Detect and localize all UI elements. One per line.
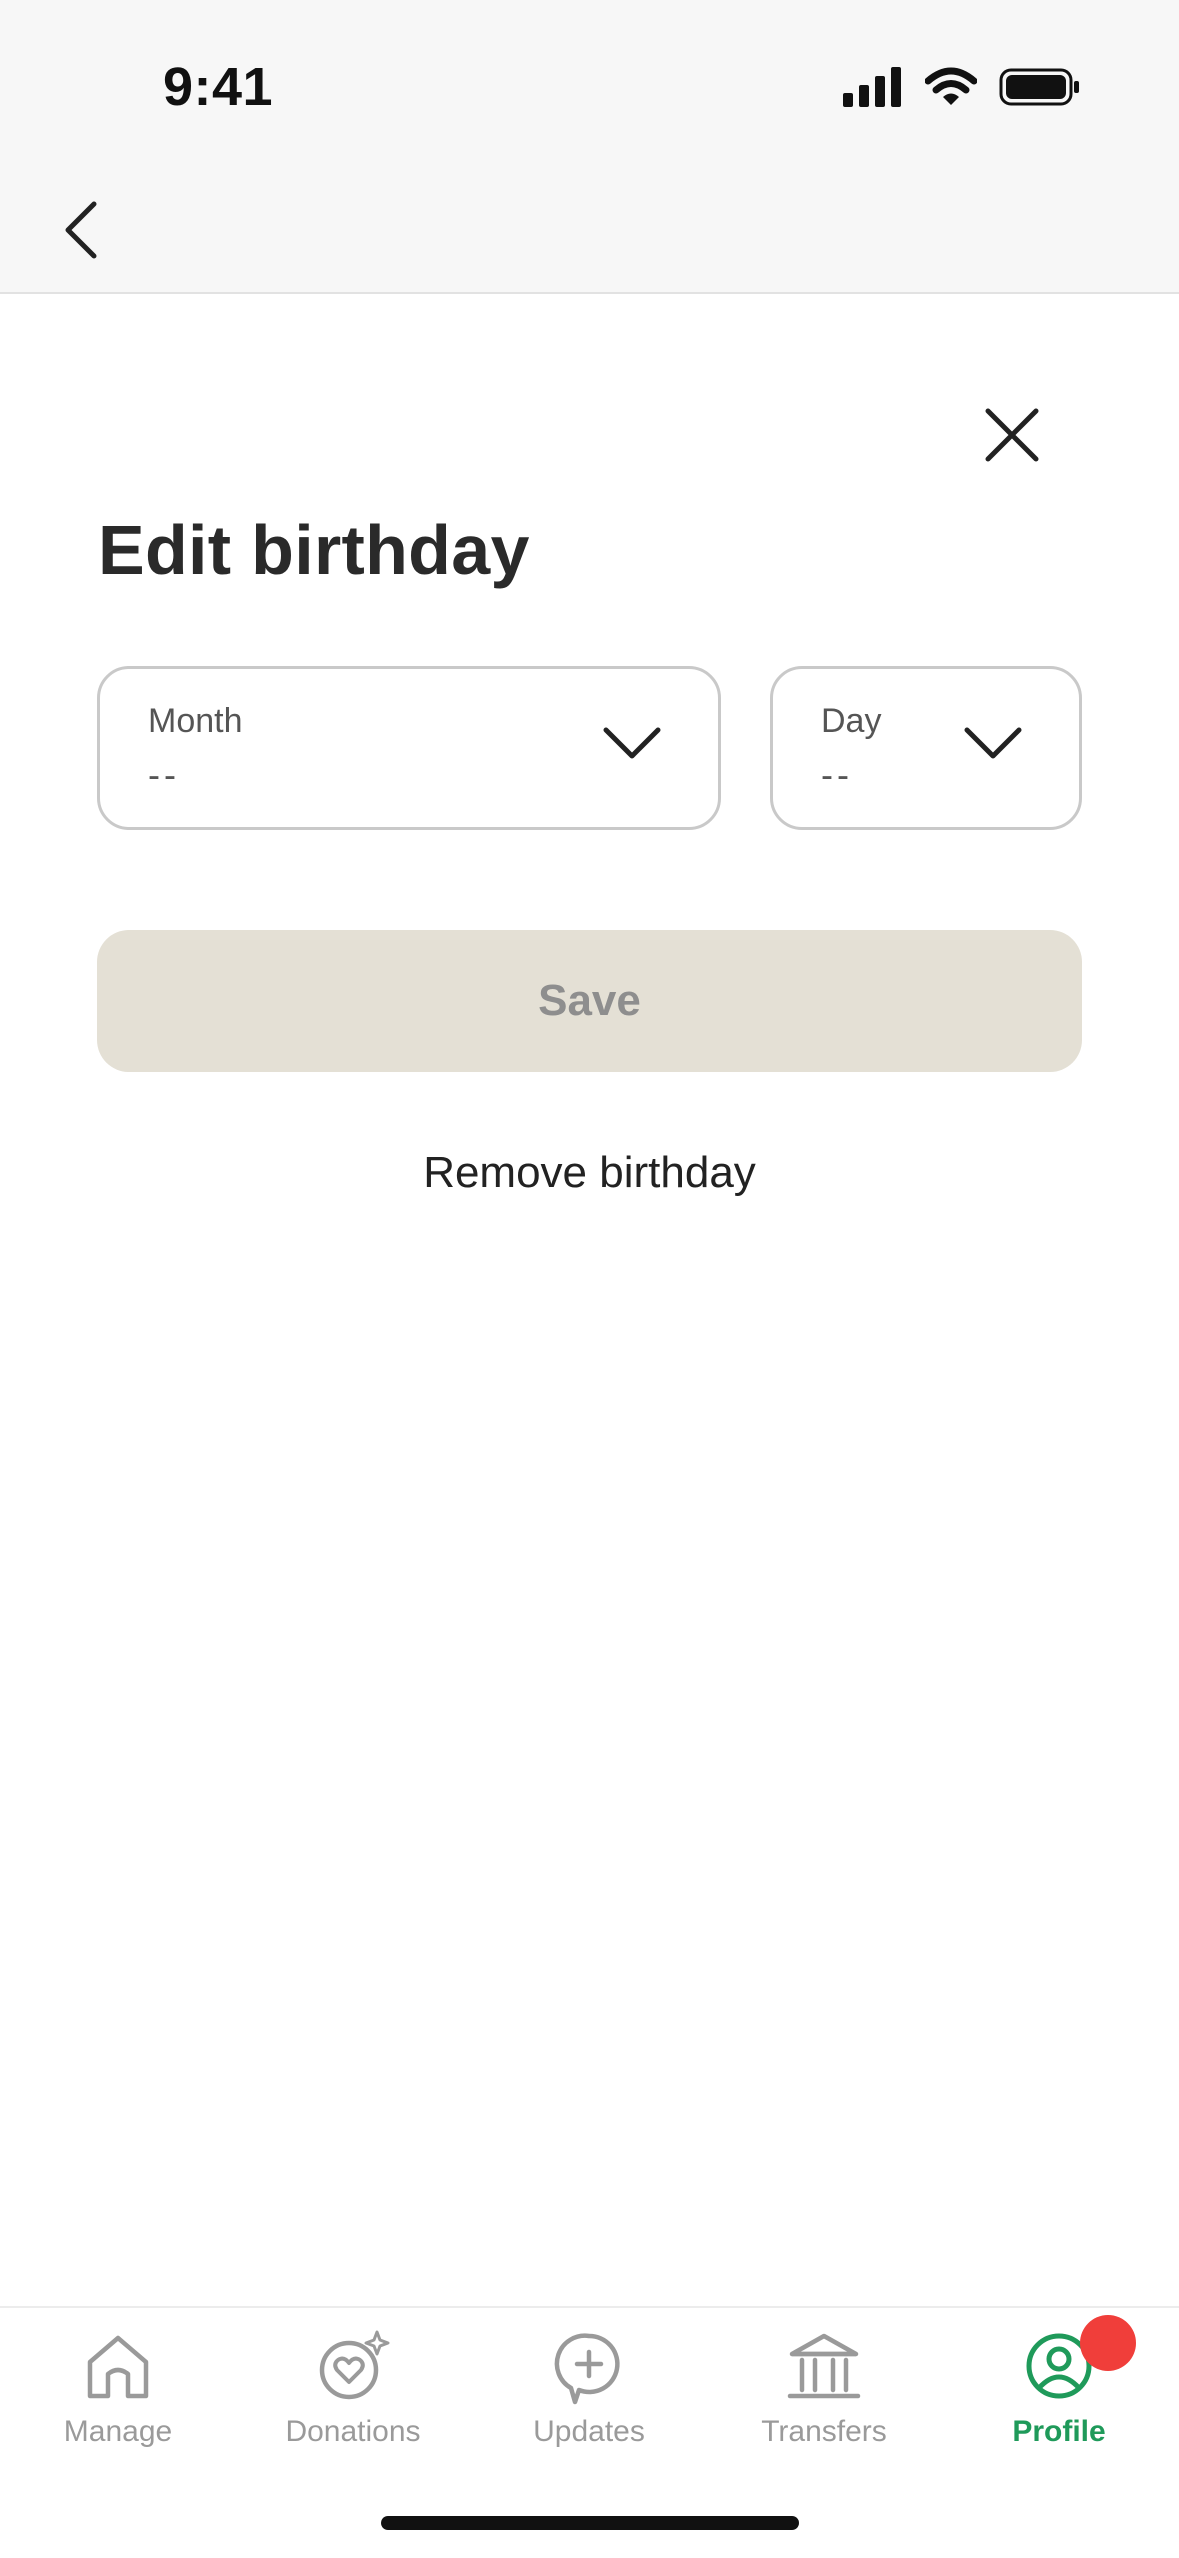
chevron-down-icon [603,727,661,759]
notification-badge [1080,2315,1136,2371]
close-icon [985,408,1039,462]
modal-title: Edit birthday [98,511,530,589]
tab-label: Transfers [761,2415,887,2448]
back-button[interactable] [50,190,120,270]
top-nav-bar [0,0,1179,294]
chevron-left-icon [65,201,97,259]
plus-bubble-icon [554,2333,620,2405]
day-select[interactable]: Day -- [770,666,1082,830]
save-button[interactable]: Save [97,930,1082,1072]
month-select[interactable]: Month -- [97,666,721,830]
cellular-signal-icon [843,67,901,107]
home-icon [87,2335,149,2399]
tab-donations[interactable]: Donations [253,2326,453,2476]
day-value: -- [821,754,853,795]
close-button[interactable] [972,395,1052,475]
remove-birthday-button[interactable]: Remove birthday [0,1143,1179,1203]
status-icons [841,62,1081,112]
wifi-icon [925,67,977,105]
bank-icon [787,2333,861,2399]
month-label: Month [148,702,243,740]
tab-label: Donations [285,2415,421,2448]
tab-manage[interactable]: Manage [18,2326,218,2476]
day-label: Day [821,702,882,740]
tab-transfers[interactable]: Transfers [724,2326,924,2476]
battery-icon [999,68,1079,106]
tab-updates[interactable]: Updates [489,2326,689,2476]
tab-label: Manage [63,2415,173,2448]
month-value: -- [148,754,180,795]
tab-label: Updates [533,2415,645,2448]
tab-label: Profile [1012,2415,1106,2448]
home-indicator [381,2516,799,2530]
heart-sparkle-icon [319,2330,390,2400]
status-time: 9:41 [163,57,274,117]
chevron-down-icon [964,727,1022,759]
